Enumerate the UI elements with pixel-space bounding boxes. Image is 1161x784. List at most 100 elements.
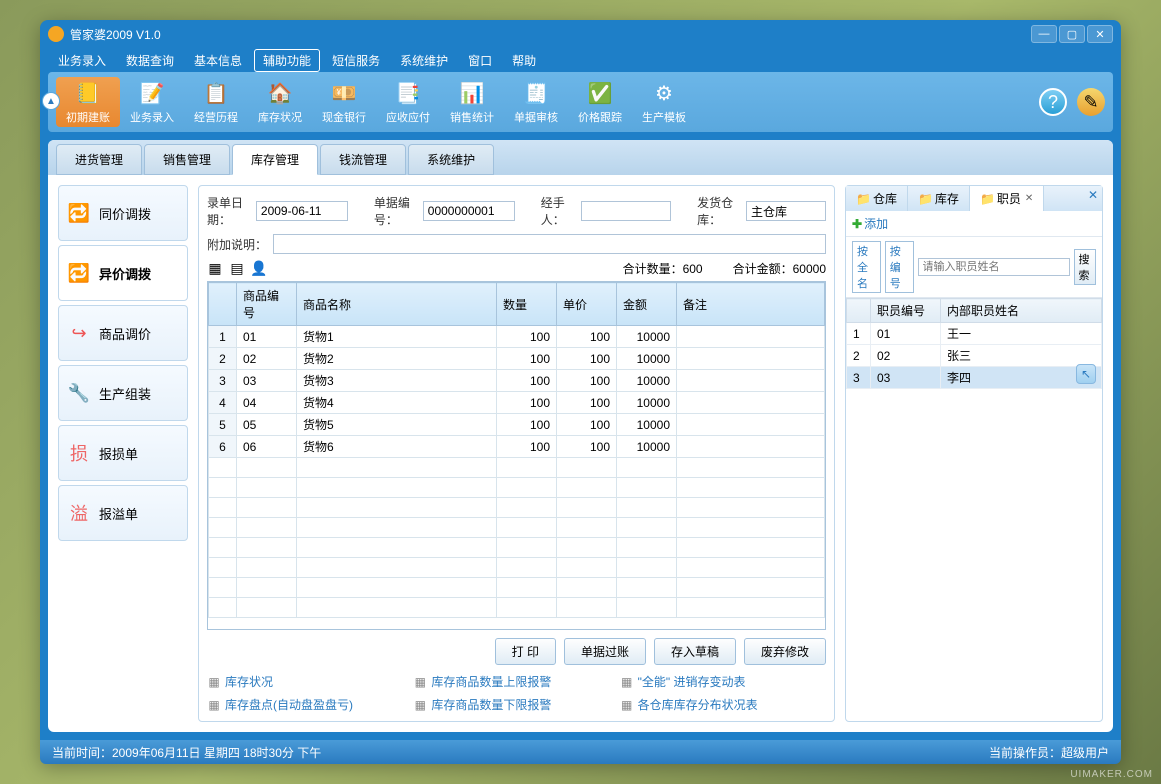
titlebar[interactable]: 管家婆2009 V1.0 — ▢ ✕ bbox=[40, 20, 1121, 48]
list-item[interactable]: 202张三 bbox=[847, 345, 1102, 367]
menu-1[interactable]: 数据查询 bbox=[118, 50, 182, 71]
quick-link-1-1[interactable]: ▦库存商品数量下限报警 bbox=[413, 696, 619, 713]
main-tab-3[interactable]: 钱流管理 bbox=[320, 144, 406, 175]
sidebar-item-2[interactable]: ↪商品调价 bbox=[58, 305, 188, 361]
note-label: 附加说明： bbox=[207, 236, 267, 253]
employee-grid[interactable]: 职员编号内部职员姓名101王一202张三303李四 ↖ bbox=[846, 298, 1102, 721]
rp-tab-0[interactable]: 📁仓库 bbox=[846, 186, 908, 211]
main-tab-4[interactable]: 系统维护 bbox=[408, 144, 494, 175]
toolbar-item-4[interactable]: 💴现金银行 bbox=[312, 77, 376, 127]
help-icon[interactable]: ? bbox=[1039, 88, 1067, 116]
list-item[interactable]: 101王一 bbox=[847, 323, 1102, 345]
toolbar-item-8[interactable]: ✅价格跟踪 bbox=[568, 77, 632, 127]
rp-header-2[interactable]: 内部职员姓名 bbox=[941, 299, 1102, 323]
table-row[interactable] bbox=[209, 598, 825, 618]
grid-header-5[interactable]: 金额 bbox=[617, 283, 677, 326]
table-row[interactable] bbox=[209, 458, 825, 478]
warehouse-input[interactable] bbox=[746, 201, 826, 221]
table-row[interactable]: 303货物310010010000 bbox=[209, 370, 825, 392]
table-row[interactable] bbox=[209, 538, 825, 558]
table-row[interactable]: 202货物210010010000 bbox=[209, 348, 825, 370]
grid-header-6[interactable]: 备注 bbox=[677, 283, 825, 326]
action-button-1[interactable]: 单据过账 bbox=[564, 638, 646, 665]
quick-links: ▦库存状况 ▦库存盘点(自动盘盈盘亏)▦库存商品数量上限报警 ▦库存商品数量下限报警… bbox=[207, 673, 826, 713]
table-row[interactable] bbox=[209, 498, 825, 518]
close-button[interactable]: ✕ bbox=[1087, 25, 1113, 43]
grid-header-4[interactable]: 单价 bbox=[557, 283, 617, 326]
menu-3[interactable]: 辅助功能 bbox=[254, 49, 320, 72]
sidebar-item-5[interactable]: 溢报溢单 bbox=[58, 485, 188, 541]
grid-header-3[interactable]: 数量 bbox=[497, 283, 557, 326]
minimize-button[interactable]: — bbox=[1031, 25, 1057, 43]
quick-link-0-0[interactable]: ▦库存状况 bbox=[207, 673, 413, 690]
grid-tool-1-icon[interactable]: ▦ bbox=[207, 261, 223, 277]
sidebar-item-4[interactable]: 损报损单 bbox=[58, 425, 188, 481]
grid-tool-2-icon[interactable]: ▤ bbox=[229, 261, 245, 277]
main-tab-0[interactable]: 进货管理 bbox=[56, 144, 142, 175]
rp-tab-1[interactable]: 📁库存 bbox=[908, 186, 970, 211]
link-icon: ▦ bbox=[620, 675, 634, 689]
menu-0[interactable]: 业务录入 bbox=[50, 50, 114, 71]
right-panel-close-icon[interactable]: ✕ bbox=[1088, 188, 1098, 202]
action-button-2[interactable]: 存入草稿 bbox=[654, 638, 736, 665]
main-tab-1[interactable]: 销售管理 bbox=[144, 144, 230, 175]
rp-header-0[interactable] bbox=[847, 299, 871, 323]
handler-input[interactable] bbox=[581, 201, 671, 221]
date-input[interactable] bbox=[256, 201, 348, 221]
add-button[interactable]: ✚添加 bbox=[852, 215, 888, 232]
sidebar-item-1[interactable]: 🔁异价调拨 bbox=[58, 245, 188, 301]
quick-link-2-0[interactable]: ▦"全能" 进销存变动表 bbox=[620, 673, 826, 690]
table-row[interactable]: 101货物110010010000 bbox=[209, 326, 825, 348]
menu-6[interactable]: 窗口 bbox=[460, 50, 500, 71]
toolbar-item-9[interactable]: ⚙生产模板 bbox=[632, 77, 696, 127]
search-by-code-toggle[interactable]: 按编号 bbox=[885, 241, 914, 293]
quick-link-2-1[interactable]: ▦各仓库库存分布状况表 bbox=[620, 696, 826, 713]
person-icon[interactable]: 👤 bbox=[251, 261, 267, 277]
plus-icon: ✚ bbox=[852, 217, 862, 231]
app-logo-icon bbox=[48, 26, 64, 42]
docno-input[interactable] bbox=[423, 201, 515, 221]
rp-tab-2[interactable]: 📁职员✕ bbox=[970, 186, 1044, 211]
table-row[interactable] bbox=[209, 518, 825, 538]
menu-4[interactable]: 短信服务 bbox=[324, 50, 388, 71]
toolbar-item-0[interactable]: 📒初期建账 bbox=[56, 77, 120, 127]
toolbar-item-5[interactable]: 📑应收应付 bbox=[376, 77, 440, 127]
toolbar-item-2[interactable]: 📋经营历程 bbox=[184, 77, 248, 127]
note-input[interactable] bbox=[273, 234, 826, 254]
tab-close-icon[interactable]: ✕ bbox=[1025, 193, 1033, 204]
grid-header-0[interactable] bbox=[209, 283, 237, 326]
quick-link-1-0[interactable]: ▦库存商品数量上限报警 bbox=[413, 673, 619, 690]
table-row[interactable] bbox=[209, 558, 825, 578]
rp-header-1[interactable]: 职员编号 bbox=[871, 299, 941, 323]
list-item[interactable]: 303李四 bbox=[847, 367, 1102, 389]
main-tab-2[interactable]: 库存管理 bbox=[232, 144, 318, 175]
table-row[interactable]: 606货物610010010000 bbox=[209, 436, 825, 458]
items-grid[interactable]: 商品编号商品名称数量单价金额备注101货物110010010000202货物21… bbox=[207, 281, 826, 630]
feedback-icon[interactable]: ✎ bbox=[1077, 88, 1105, 116]
grid-header-1[interactable]: 商品编号 bbox=[237, 283, 297, 326]
menu-7[interactable]: 帮助 bbox=[504, 50, 544, 71]
action-button-0[interactable]: 打 印 bbox=[495, 638, 556, 665]
toolbar-item-7[interactable]: 🧾单据审核 bbox=[504, 77, 568, 127]
action-button-3[interactable]: 废弃修改 bbox=[744, 638, 826, 665]
quick-link-0-1[interactable]: ▦库存盘点(自动盘盈盘亏) bbox=[207, 696, 413, 713]
table-row[interactable]: 505货物510010010000 bbox=[209, 414, 825, 436]
toolbar-item-3[interactable]: 🏠库存状况 bbox=[248, 77, 312, 127]
sidebar-item-3[interactable]: 🔧生产组装 bbox=[58, 365, 188, 421]
collapse-toolbar-button[interactable]: ▲ bbox=[42, 92, 60, 110]
table-row[interactable] bbox=[209, 578, 825, 598]
toolbar-item-1[interactable]: 📝业务录入 bbox=[120, 77, 184, 127]
toolbar-item-6[interactable]: 📊销售统计 bbox=[440, 77, 504, 127]
sidebar-item-0[interactable]: 🔁同价调拨 bbox=[58, 185, 188, 241]
link-icon: ▦ bbox=[413, 698, 427, 712]
maximize-button[interactable]: ▢ bbox=[1059, 25, 1085, 43]
table-row[interactable]: 404货物410010010000 bbox=[209, 392, 825, 414]
grid-header-2[interactable]: 商品名称 bbox=[297, 283, 497, 326]
employee-search-input[interactable] bbox=[918, 258, 1070, 276]
menu-2[interactable]: 基本信息 bbox=[186, 50, 250, 71]
handler-label: 经手人： bbox=[541, 194, 575, 228]
table-row[interactable] bbox=[209, 478, 825, 498]
search-button[interactable]: 搜索 bbox=[1074, 249, 1097, 285]
menu-5[interactable]: 系统维护 bbox=[392, 50, 456, 71]
search-by-name-toggle[interactable]: 按全名 bbox=[852, 241, 881, 293]
